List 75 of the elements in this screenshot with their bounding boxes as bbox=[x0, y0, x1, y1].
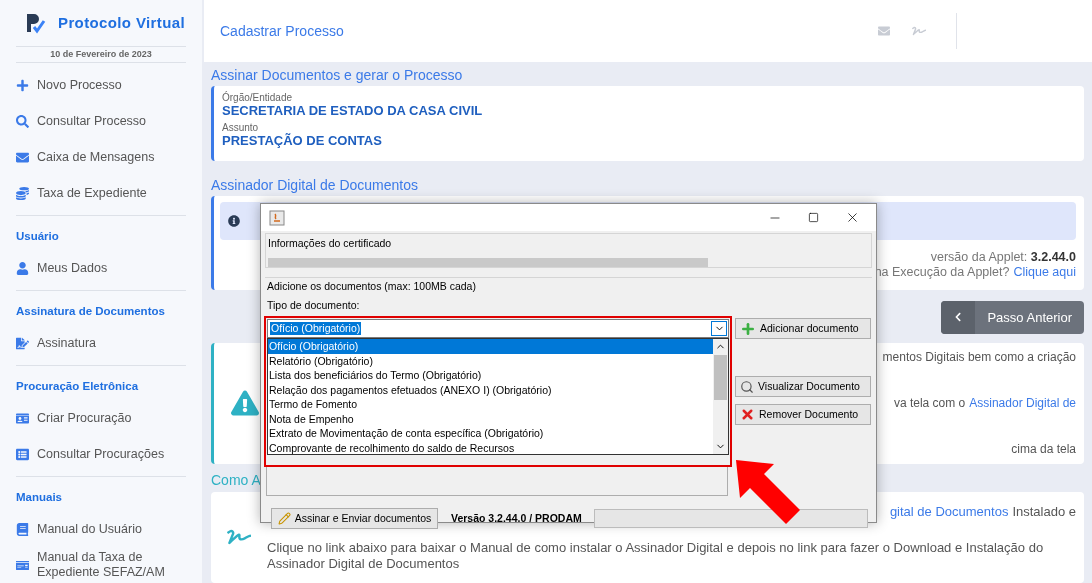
page-title: Cadastrar Processo bbox=[220, 21, 344, 41]
dropdown-option[interactable]: Extrato de Movimentação de conta específica (Obrigatório) bbox=[268, 426, 713, 441]
sidebar-item[interactable]: Taxa de Expediente bbox=[16, 175, 186, 211]
close-icon[interactable] bbox=[845, 210, 860, 225]
coins-icon bbox=[16, 186, 29, 200]
notice-text: cima da tela bbox=[1011, 441, 1076, 459]
warning-icon bbox=[231, 389, 259, 418]
sidebar-item[interactable]: Meus Dados bbox=[16, 250, 186, 286]
remove-document-button[interactable]: Remover Documento bbox=[735, 404, 871, 426]
sidebar-item[interactable]: Novo Processo bbox=[16, 67, 186, 103]
pen-icon bbox=[277, 512, 291, 526]
logo-icon bbox=[24, 11, 46, 34]
add-document-button[interactable]: Adicionar documento bbox=[735, 318, 871, 340]
section-title: Assinatura de Documentos bbox=[16, 304, 166, 320]
dropdown-option[interactable]: Relatório (Obrigatório) bbox=[268, 353, 713, 369]
search-icon bbox=[16, 114, 29, 128]
field-label: Assunto bbox=[222, 122, 260, 133]
section-title: Usuário bbox=[16, 229, 60, 245]
dropdown-option[interactable]: Termo de Fomento bbox=[268, 397, 713, 412]
combo-arrow-button[interactable] bbox=[711, 321, 727, 337]
dropdown-option[interactable]: Ofício (Obrigatório) bbox=[268, 339, 713, 354]
version-label: Versão 3.2.44.0 / PRODAM bbox=[451, 510, 582, 526]
plus-icon bbox=[740, 320, 756, 337]
annotation-arrow bbox=[734, 458, 802, 526]
previous-step-button[interactable]: Passo Anterior bbox=[941, 300, 1084, 334]
applet-version: versão da Applet: 3.2.44.0 bbox=[930, 250, 1076, 266]
notice-text: va tela com o bbox=[893, 395, 966, 413]
sidebar-item[interactable]: Manual da Taxa de Expediente SEFAZ/AM bbox=[16, 547, 186, 583]
notice-link[interactable]: Assinador Digital de bbox=[969, 394, 1076, 413]
section-heading: Assinar Documentos e gerar o Processo bbox=[211, 67, 464, 83]
install-link[interactable]: gital de Documentos bbox=[889, 501, 1009, 522]
group-label: Adicione os documentos (max: 100MB cada) bbox=[267, 278, 477, 294]
section-title: Manuais bbox=[16, 490, 63, 506]
dropdown-option[interactable]: Relação dos pagamentos efetuados (ANEXO I) (Obrigatório) bbox=[268, 382, 713, 398]
install-paragraph: Clique no link abaixo para baixar o Manual de como instalar o Assinador Digital e depois no link para fazer o Download e Instalação do Assinador Digital de Documentos bbox=[267, 540, 1045, 573]
delete-icon bbox=[740, 407, 755, 423]
sidebar-item[interactable]: Criar Procuração bbox=[16, 400, 186, 436]
chevron-left-icon bbox=[953, 312, 964, 323]
sidebar-item[interactable]: Manual do Usuário bbox=[16, 511, 186, 547]
field-label: Órgão/Entidade bbox=[222, 92, 294, 103]
help-link[interactable]: Clique aqui bbox=[1013, 265, 1076, 281]
install-text: Instalado e bbox=[1012, 502, 1076, 521]
field-value: SECRETARIA DE ESTADO DA CASA CIVIL bbox=[222, 103, 484, 118]
card-icon bbox=[16, 558, 29, 572]
sidebar-item[interactable]: Consultar Procurações bbox=[16, 436, 186, 472]
mail-icon bbox=[16, 150, 29, 164]
combo-value: Ofício (Obrigatório) bbox=[270, 322, 362, 336]
sign-and-send-button[interactable]: Assinar e Enviar documentos bbox=[271, 508, 438, 530]
field-label: Tipo de documento: bbox=[267, 297, 361, 313]
notice-text: mentos Digitais bem como a criação bbox=[882, 349, 1076, 367]
section-title: Procuração Eletrônica bbox=[16, 379, 140, 395]
dropdown-option[interactable]: Lista dos beneficiários do Termo (Obrigatório) bbox=[268, 368, 713, 383]
scrollbar[interactable] bbox=[713, 339, 728, 455]
date-label: 10 de Fevereiro de 2023 bbox=[16, 45, 186, 63]
section-heading: Assinador Digital de Documentos bbox=[211, 177, 419, 194]
list-icon bbox=[16, 447, 29, 461]
id-card-icon bbox=[16, 411, 29, 425]
brand-title: Protocolo Virtual bbox=[58, 12, 185, 33]
sidebar-item[interactable]: Caixa de Mensagens bbox=[16, 139, 186, 175]
document-type-combo[interactable]: Ofício (Obrigatório) bbox=[267, 319, 729, 339]
book-icon bbox=[16, 522, 29, 536]
view-document-button[interactable]: Visualizar Documento bbox=[735, 376, 871, 398]
section-heading: Como A bbox=[211, 471, 261, 488]
plus-icon bbox=[16, 78, 29, 92]
group-label: Informações do certificado bbox=[268, 236, 393, 251]
info-icon bbox=[228, 215, 240, 228]
user-icon bbox=[16, 261, 29, 275]
signature-icon bbox=[16, 336, 29, 350]
dropdown-option[interactable]: Nota de Empenho bbox=[268, 411, 713, 427]
magnifier-icon bbox=[740, 379, 754, 394]
sidebar-item[interactable]: Assinatura bbox=[16, 325, 186, 361]
sidebar-item[interactable]: Consultar Processo bbox=[16, 103, 186, 139]
field-value: PRESTAÇÃO DE CONTAS bbox=[222, 133, 383, 148]
maximize-icon[interactable] bbox=[808, 212, 819, 223]
dropdown-option[interactable]: Comprovante de recolhimento do saldo de Recursos bbox=[268, 440, 713, 456]
